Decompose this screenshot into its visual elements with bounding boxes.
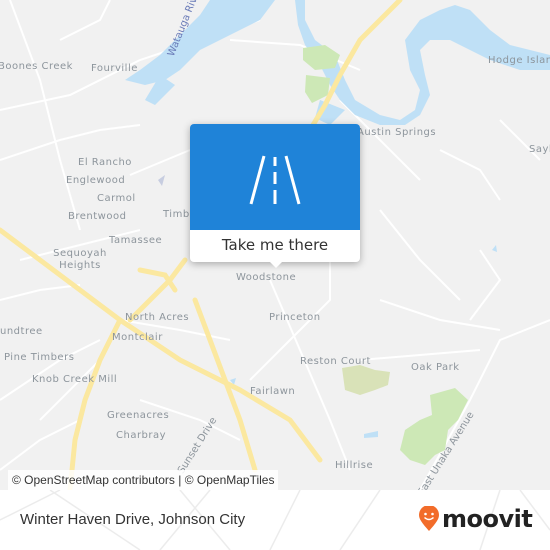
moovit-pin-icon xyxy=(419,506,439,531)
place-label: Princeton xyxy=(269,312,321,323)
place-label: Fairlawn xyxy=(250,386,296,397)
location-title: Winter Haven Drive, Johnson City xyxy=(20,511,246,528)
place-label: Woodstone xyxy=(236,272,297,283)
place-label: Greenacres xyxy=(107,410,170,421)
place-label: Timb xyxy=(163,209,190,220)
place-label: Fourville xyxy=(91,63,138,74)
map-view[interactable]: Watauga River Sunset Drive East Unaka Av… xyxy=(0,0,550,490)
take-me-there-button[interactable]: Take me there xyxy=(190,230,360,260)
popup-header[interactable] xyxy=(190,124,360,230)
footer-bar: Winter Haven Drive, Johnson City moovit xyxy=(0,490,550,550)
place-label: Boones Creek xyxy=(0,61,73,72)
popup-pointer xyxy=(268,260,284,268)
place-label: Knob Creek Mill xyxy=(32,374,118,385)
place-label: Brentwood xyxy=(68,211,127,222)
place-label: Carmol xyxy=(97,193,136,204)
map-attribution[interactable]: © OpenStreetMap contributors | © OpenMap… xyxy=(8,470,279,490)
place-label: Hodge Island xyxy=(488,55,550,66)
place-label: Montclair xyxy=(112,332,163,343)
moovit-logo[interactable]: moovit xyxy=(418,505,533,533)
place-label: Charbray xyxy=(116,430,167,441)
place-label: Austin Springs xyxy=(357,127,437,138)
place-label: Oak Park xyxy=(411,362,460,373)
road-icon xyxy=(249,155,301,205)
place-label: Hillrise xyxy=(335,460,374,471)
place-label: undtree xyxy=(0,326,43,337)
place-label: Reston Court xyxy=(300,356,371,367)
place-label: Sayl xyxy=(529,144,550,155)
take-me-there-popup[interactable]: Take me there xyxy=(190,124,360,268)
place-label: Pine Timbers xyxy=(4,352,75,363)
brand-name: moovit xyxy=(442,505,533,533)
place-label: Englewood xyxy=(66,175,126,186)
place-label: North Acres xyxy=(125,312,190,323)
place-label: Sequoyah Heights xyxy=(53,248,107,271)
place-label: El Rancho xyxy=(78,157,132,168)
place-label: Tamassee xyxy=(109,235,163,246)
